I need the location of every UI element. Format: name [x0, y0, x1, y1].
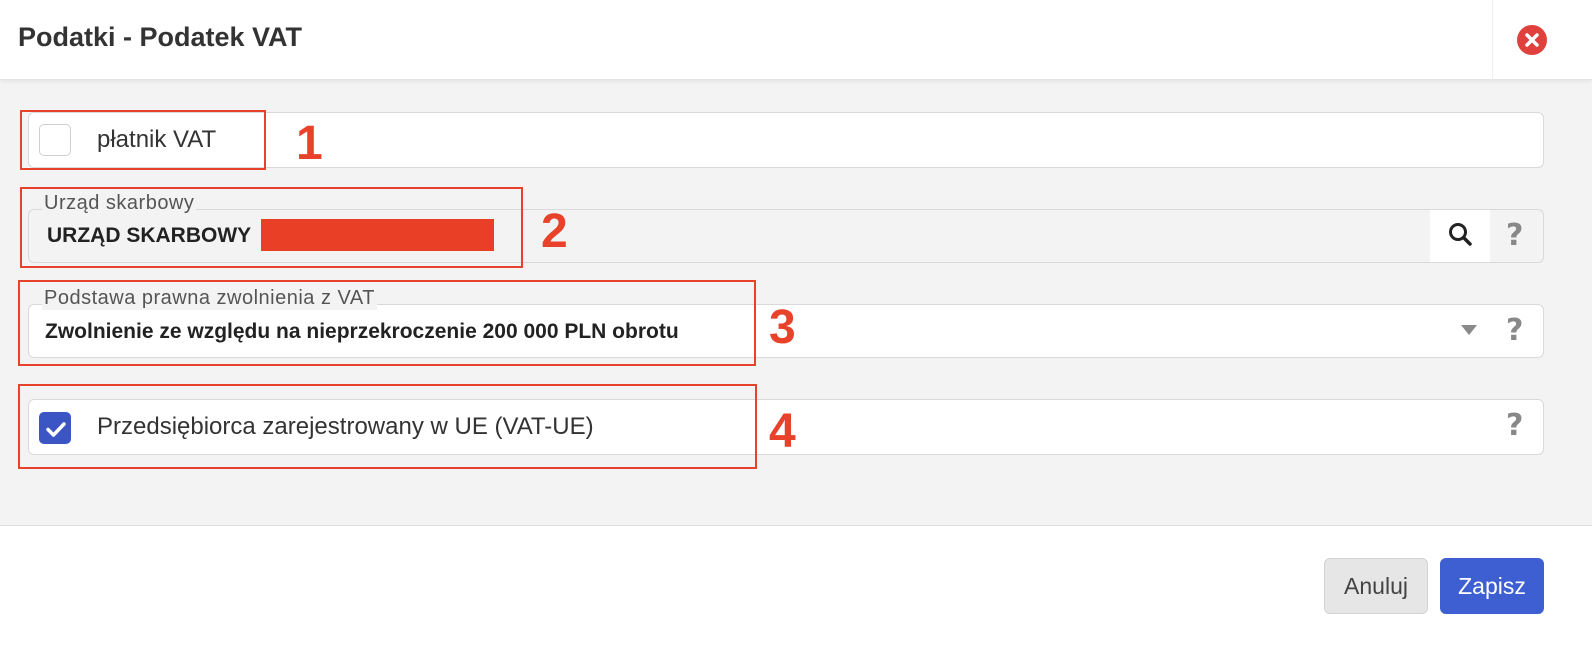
search-icon	[1449, 223, 1472, 246]
close-icon[interactable]	[1517, 25, 1547, 55]
annotation-number-1: 1	[296, 117, 323, 170]
annotation-box-2	[20, 187, 523, 268]
dialog-header: Podatki - Podatek VAT	[0, 0, 1592, 80]
eu-registered-help-icon[interactable]: ?	[1506, 408, 1523, 443]
annotation-box-1	[20, 110, 266, 170]
save-button[interactable]: Zapisz	[1440, 558, 1544, 614]
cancel-button[interactable]: Anuluj	[1324, 558, 1428, 614]
dialog-title: Podatki - Podatek VAT	[18, 22, 303, 52]
header-divider	[1492, 0, 1493, 80]
annotation-box-4	[18, 384, 757, 469]
annotation-box-3	[18, 280, 756, 366]
annotation-number-2: 2	[541, 205, 568, 258]
tax-office-help-icon[interactable]: ?	[1506, 218, 1523, 253]
caret-down-icon[interactable]	[1460, 324, 1478, 336]
search-button[interactable]	[1430, 210, 1490, 262]
annotation-number-3: 3	[769, 301, 796, 354]
annotation-number-4: 4	[769, 405, 796, 458]
exemption-basis-help-icon[interactable]: ?	[1506, 313, 1523, 348]
